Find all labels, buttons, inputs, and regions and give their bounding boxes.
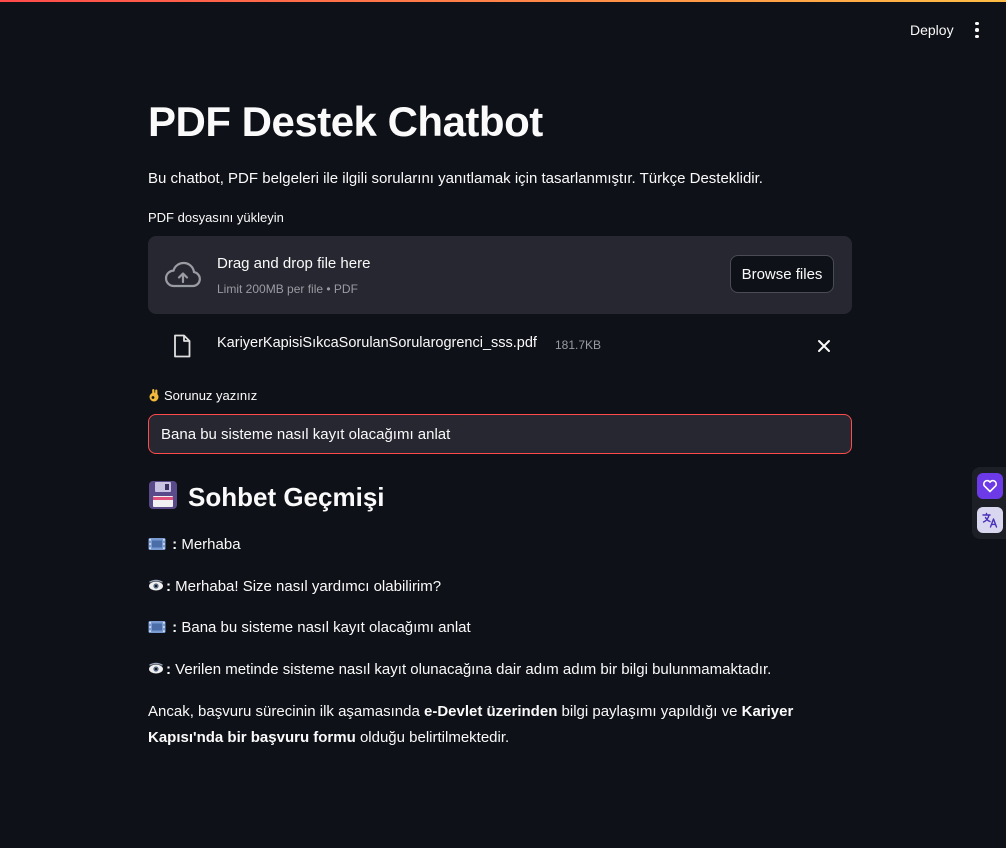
extension-side-panel	[972, 467, 1006, 539]
bot-message-paragraph: Ancak, başvuru sürecinin ilk aşamasında …	[148, 699, 852, 751]
message-text: Verilen metinde sisteme nasıl kayıt olun…	[175, 661, 772, 678]
extension-heart-icon	[983, 479, 997, 493]
film-frames-icon	[148, 538, 166, 550]
eye-icon	[149, 662, 163, 674]
uploaded-file-row: KariyerKapisiSıkcaSorulanSorularogrenci_…	[148, 330, 852, 362]
page-title: PDF Destek Chatbot	[148, 98, 543, 145]
message-text: Merhaba	[181, 536, 241, 553]
deploy-button[interactable]: Deploy	[898, 18, 966, 42]
file-icon	[174, 334, 191, 358]
message-text: Merhaba! Size nasıl yardımcı olabilirim?	[175, 578, 442, 595]
chat-message-bot: : Merhaba! Size nasıl yardımcı olabiliri…	[148, 578, 441, 595]
chat-message-user: : Merhaba	[148, 536, 241, 553]
dropzone-title: Drag and drop file here	[217, 255, 371, 272]
eye-icon	[149, 579, 163, 591]
close-icon[interactable]	[814, 336, 834, 356]
message-prefix: :	[168, 619, 182, 636]
paragraph-text: Ancak, başvuru sürecinin ilk aşamasında	[148, 703, 424, 720]
extension-button[interactable]	[977, 473, 1003, 499]
chat-message-bot: : Verilen metinde sisteme nasıl kayıt ol…	[148, 661, 771, 678]
kebab-dot	[975, 28, 979, 32]
paragraph-text: olduğu belirtilmektedir.	[355, 729, 510, 746]
chat-message-user: : Bana bu sisteme nasıl kayıt olacağımı …	[148, 619, 471, 636]
file-dropzone[interactable]: Drag and drop file here Limit 200MB per …	[148, 236, 852, 314]
message-prefix: :	[168, 536, 182, 553]
history-title: Sohbet Geçmişi	[148, 480, 385, 513]
browse-files-button[interactable]: Browse files	[730, 255, 834, 293]
message-text: Bana bu sisteme nasıl kayıt olacağımı an…	[181, 619, 471, 636]
kebab-dot	[975, 34, 979, 39]
film-frames-icon	[148, 621, 166, 633]
cloud-upload-icon	[164, 261, 201, 288]
translate-icon	[982, 512, 998, 528]
question-label-text: Sorunuz yazınız	[164, 388, 258, 403]
top-decoration-bar	[0, 0, 1006, 2]
question-input[interactable]	[148, 414, 852, 454]
message-prefix: :	[166, 661, 176, 678]
page-description: Bu chatbot, PDF belgeleri ile ilgili sor…	[148, 170, 763, 187]
message-prefix: :	[166, 578, 176, 595]
history-title-text: Sohbet Geçmişi	[188, 482, 385, 512]
dropzone-limit: Limit 200MB per file • PDF	[217, 282, 358, 296]
ok-hand-icon	[149, 389, 159, 402]
translate-button[interactable]	[977, 507, 1003, 533]
uploaded-file-name: KariyerKapisiSıkcaSorulanSorularogrenci_…	[217, 335, 537, 351]
floppy-disk-icon	[149, 481, 177, 509]
uploader-label: PDF dosyasını yükleyin	[148, 210, 284, 225]
kebab-dot	[975, 21, 979, 26]
main-menu-button[interactable]	[966, 18, 988, 42]
paragraph-text: bilgi paylaşımı yapıldığı ve	[557, 703, 742, 720]
question-label: Sorunuz yazınız	[148, 388, 257, 403]
paragraph-bold: e-Devlet üzerinden	[423, 703, 558, 720]
uploaded-file-size: 181.7KB	[555, 338, 602, 352]
